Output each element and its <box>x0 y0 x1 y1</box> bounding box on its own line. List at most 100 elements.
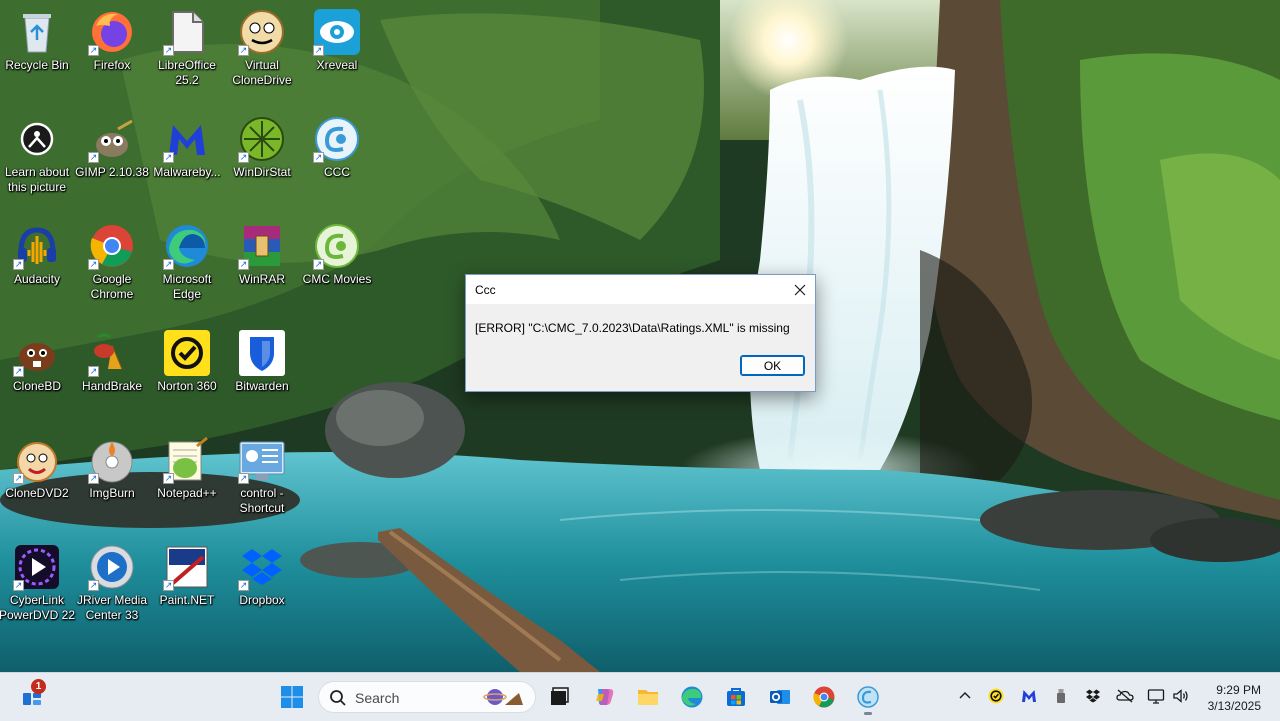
shortcut-arrow-icon: ↗ <box>238 580 249 591</box>
task-view-button[interactable] <box>539 677 579 717</box>
taskbar-edge-button[interactable] <box>672 677 712 717</box>
virtual-clonedrive-icon: ↗ <box>238 8 286 56</box>
tray-onedrive[interactable] <box>1115 686 1135 706</box>
taskbar-search-box[interactable]: Search <box>318 681 536 713</box>
task-view-icon <box>551 687 569 705</box>
desktop-icon-paintnet[interactable]: ↗ Paint.NET <box>150 535 224 639</box>
onedrive-off-icon <box>1116 689 1134 703</box>
microsoft-store-icon <box>727 688 745 706</box>
outlook-button[interactable] <box>760 677 800 717</box>
search-highlight-icon <box>483 689 523 705</box>
norton-icon <box>163 329 211 377</box>
xreveal-icon: ↗ <box>313 8 361 56</box>
desktop-icon-label: Virtual CloneDrive <box>232 58 292 87</box>
dialog-titlebar[interactable]: Ccc <box>466 275 815 304</box>
outlook-icon <box>770 690 790 704</box>
desktop-icon-label: Google Chrome <box>90 272 134 301</box>
desktop-icon-label: Learn about this picture <box>4 165 70 194</box>
dropbox-icon: ↗ <box>238 543 286 591</box>
shortcut-arrow-icon: ↗ <box>313 259 324 270</box>
desktop-icon-label: CCC <box>324 165 350 179</box>
tray-network[interactable] <box>1146 686 1166 706</box>
desktop-icon-norton[interactable]: Norton 360 <box>150 321 224 425</box>
taskbar: Search 9:29 PM 3/13/2025 <box>0 672 1280 721</box>
desktop-icon-control-shortcut[interactable]: ↗ control - Shortcut <box>225 428 299 532</box>
desktop-icon-jriver[interactable]: ↗ JRiver Media Center 33 <box>75 535 149 639</box>
desktop-icon-xreveal[interactable]: ↗ Xreveal <box>300 0 374 104</box>
desktop-icon-cmc-movies[interactable]: ↗ CMC Movies <box>300 214 374 318</box>
desktop-icon-winrar[interactable]: ↗ WinRAR <box>225 214 299 318</box>
clonedvd2-icon: ↗ <box>13 436 61 484</box>
start-button[interactable] <box>272 677 312 717</box>
close-icon <box>794 284 806 295</box>
desktop-icon-audacity[interactable]: ↗ Audacity <box>0 214 74 318</box>
error-message: [ERROR] "C:\CMC_7.0.2023\Data\Ratings.XM… <box>475 321 790 335</box>
desktop-icon-imgburn[interactable]: ↗ ImgBurn <box>75 428 149 532</box>
desktop-icon-firefox[interactable]: ↗ Firefox <box>75 0 149 104</box>
tray-dropbox[interactable] <box>1083 686 1103 706</box>
taskbar-chrome-button[interactable] <box>804 677 844 717</box>
desktop-icon-recycle-bin[interactable]: Recycle Bin <box>0 0 74 104</box>
desktop-icon-dropbox[interactable]: ↗ Dropbox <box>225 535 299 639</box>
desktop-icon-label: LibreOffice 25.2 <box>158 58 216 87</box>
malwarebytes-icon: ↗ <box>163 115 211 163</box>
desktop-icon-label: Paint.NET <box>159 593 215 607</box>
desktop-icon-virtual-clonedrive[interactable]: ↗ Virtual CloneDrive <box>225 0 299 104</box>
cmc-movies-icon: ↗ <box>313 222 361 270</box>
shortcut-arrow-icon: ↗ <box>88 580 99 591</box>
clock-time: 9:29 PM <box>1216 683 1261 697</box>
desktop-icon-windirstat[interactable]: ↗ WinDirStat <box>225 107 299 211</box>
desktop-icon-malwarebytes[interactable]: ↗ Malwareby... <box>150 107 224 211</box>
desktop-icon-edge[interactable]: ↗ Microsoft Edge <box>150 214 224 318</box>
desktop-icon-clonebd[interactable]: ↗ CloneBD <box>0 321 74 425</box>
taskbar-clock[interactable]: 9:29 PM 3/13/2025 <box>1208 682 1261 714</box>
desktop-icon-label: Microsoft Edge <box>162 272 212 301</box>
recycle-bin-icon <box>13 8 61 56</box>
close-button[interactable] <box>785 275 815 304</box>
shortcut-arrow-icon: ↗ <box>88 152 99 163</box>
error-dialog: Ccc [ERROR] "C:\CMC_7.0.2023\Data\Rating… <box>465 274 816 392</box>
desktop-icon-clonedvd2[interactable]: ↗ CloneDVD2 <box>0 428 74 532</box>
shortcut-arrow-icon: ↗ <box>88 45 99 56</box>
copilot-button[interactable] <box>584 677 624 717</box>
tray-malwarebytes[interactable] <box>1019 686 1039 706</box>
shortcut-arrow-icon: ↗ <box>238 45 249 56</box>
winrar-icon: ↗ <box>238 222 286 270</box>
shortcut-arrow-icon: ↗ <box>238 473 249 484</box>
dialog-title: Ccc <box>475 283 496 297</box>
microsoft-store-button[interactable] <box>716 677 756 717</box>
desktop-icon-gimp[interactable]: ↗ GIMP 2.10.38 <box>75 107 149 211</box>
copilot-icon <box>596 689 614 705</box>
desktop-icon-notepadpp[interactable]: ↗ Notepad++ <box>150 428 224 532</box>
desktop-icon-label: Audacity <box>13 272 61 286</box>
chrome-icon: ↗ <box>88 222 136 270</box>
desktop-icon-libreoffice[interactable]: ↗ LibreOffice 25.2 <box>150 0 224 104</box>
desktop-icon-handbrake[interactable]: ↗ HandBrake <box>75 321 149 425</box>
desktop-icon-ccc[interactable]: ↗ CCC <box>300 107 374 211</box>
desktop-icon-label: Notepad++ <box>157 486 217 500</box>
desktop-icon-powerdvd[interactable]: ↗ CyberLink PowerDVD 22 <box>0 535 75 639</box>
powerdvd-icon: ↗ <box>13 543 61 591</box>
desktop-icon-label: Xreveal <box>316 58 358 72</box>
tray-volume[interactable] <box>1171 686 1191 706</box>
audacity-icon: ↗ <box>13 222 61 270</box>
taskbar-ccc-button[interactable] <box>848 677 888 717</box>
chrome-icon <box>813 686 835 708</box>
desktop-icon-bitwarden[interactable]: Bitwarden <box>225 321 299 425</box>
desktop-icon-label: HandBrake <box>81 379 143 393</box>
desktop-icon-label: WinRAR <box>238 272 285 286</box>
shortcut-arrow-icon: ↗ <box>238 259 249 270</box>
desktop-icon-chrome[interactable]: ↗ Google Chrome <box>75 214 149 318</box>
notepadpp-icon: ↗ <box>163 436 211 484</box>
shortcut-arrow-icon: ↗ <box>88 259 99 270</box>
tray-norton[interactable] <box>986 686 1006 706</box>
chevron-up-icon <box>959 692 971 699</box>
ok-button[interactable]: OK <box>740 355 805 376</box>
ccc-icon: ↗ <box>313 115 361 163</box>
dialog-footer: OK <box>466 351 815 391</box>
show-hidden-icons-button[interactable] <box>955 686 975 706</box>
file-explorer-button[interactable] <box>628 677 668 717</box>
tray-usb[interactable] <box>1051 686 1071 706</box>
shortcut-arrow-icon: ↗ <box>313 152 324 163</box>
desktop-icon-learn-about-picture[interactable]: Learn about this picture <box>0 107 74 211</box>
